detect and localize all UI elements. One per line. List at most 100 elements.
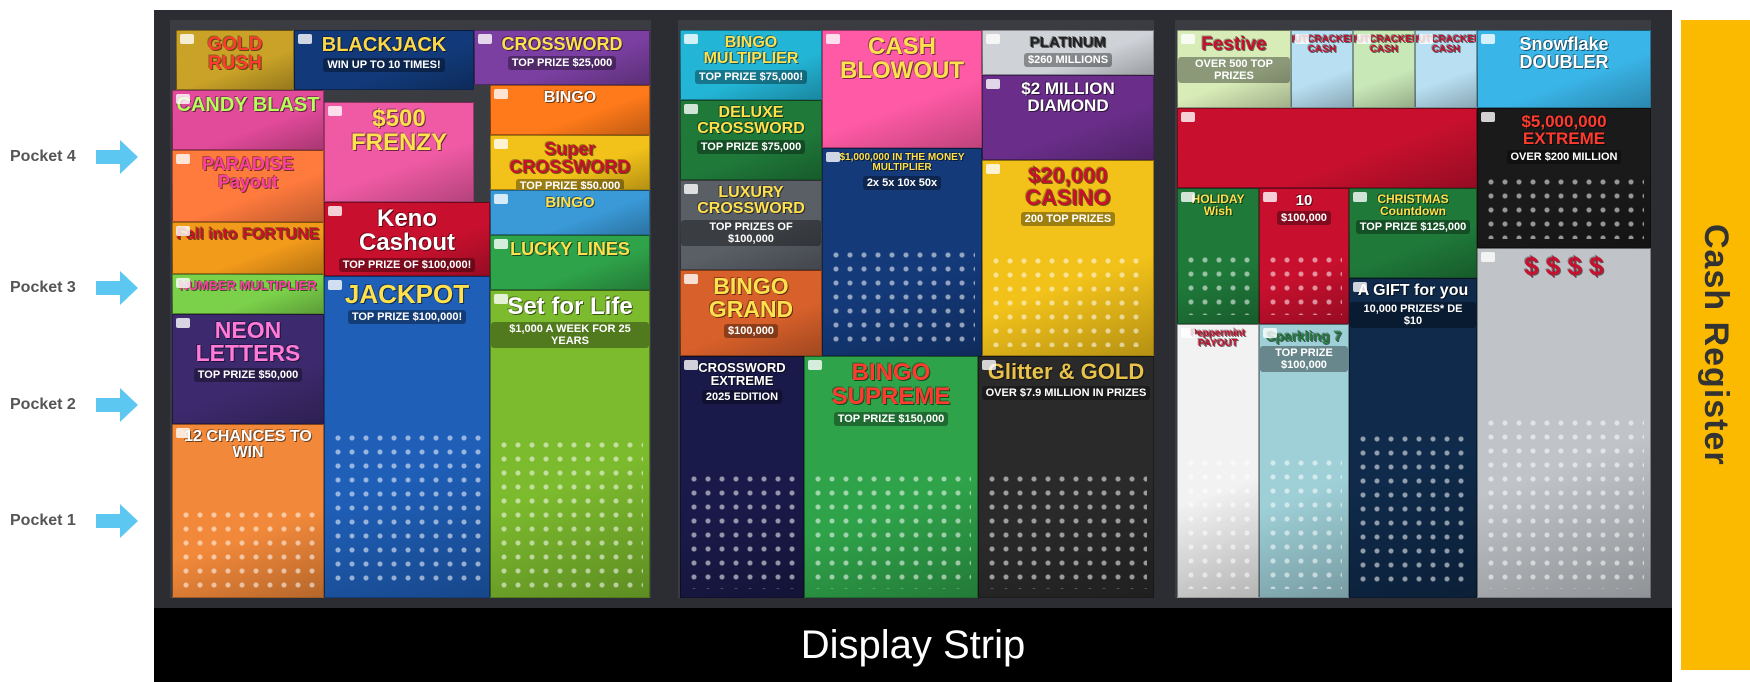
lottery-logo-icon (1481, 112, 1495, 122)
ticket-fall-into-fortune[interactable]: Fall into FORTUNE (172, 222, 324, 274)
ticket-20000-casino[interactable]: $20,000 CASINO 200 TOP PRIZES (982, 160, 1154, 356)
ticket-2-million-diamond[interactable]: $2 MILLION DIAMOND (982, 75, 1154, 160)
ticket-name: Fall into FORTUNE (176, 226, 320, 243)
ticket-blackjack[interactable]: BLACKJACK WIN UP TO 10 TIMES! (294, 30, 474, 90)
ticket-prize-text: OVER $200 MILLION (1506, 150, 1622, 164)
ticket-prize-text: TOP PRIZE $150,000 (833, 412, 949, 426)
ticket-bingo[interactable]: BINGO (490, 85, 650, 135)
ticket-500-frenzy[interactable]: $500 FRENZY (324, 102, 474, 202)
lottery-logo-icon (494, 194, 508, 204)
ticket-bingo-grand[interactable]: BINGO GRAND $100,000 (680, 270, 822, 356)
ticket-10x[interactable]: 10 $100,000 (1259, 188, 1349, 324)
ticket-bingo-supreme[interactable]: BINGO SUPREME TOP PRIZE $150,000 (804, 356, 978, 598)
scratch-play-area (1356, 431, 1470, 589)
ticket-name: Set for Life (507, 293, 633, 320)
lottery-logo-icon (1353, 192, 1367, 202)
ticket-name: JACKPOT (344, 279, 470, 309)
ticket-neon-letters[interactable]: NEON LETTERS TOP PRIZE $50,000 (172, 314, 324, 424)
ticket-set-for-life[interactable]: Set for Life $1,000 A WEEK FOR 25 YEARS (490, 290, 650, 598)
ticket-nutcracker-cash-3[interactable]: NUTCRACKER CASH (1415, 30, 1477, 108)
lottery-logo-icon (1353, 282, 1367, 292)
ticket-prize-text: TOP PRIZE $125,000 (1355, 220, 1471, 234)
pocket-2-indicator: Pocket 2 (10, 386, 140, 424)
ticket-prize-text: $260 MILLIONS (1023, 53, 1113, 67)
lottery-logo-icon (494, 139, 508, 149)
ticket-name: NEON LETTERS (195, 317, 301, 366)
ticket-jackpot[interactable]: JACKPOT TOP PRIZE $100,000! (324, 276, 490, 598)
ticket-sparkling-7[interactable]: Sparkling 7 TOP PRIZE $100,000 (1259, 324, 1349, 598)
lottery-logo-icon (328, 106, 342, 116)
ticket-12-chances[interactable]: 12 CHANCES TO WIN (172, 424, 324, 598)
lottery-logo-icon (176, 94, 190, 104)
ticket-snowflake-doubler[interactable]: Snowflake DOUBLER (1477, 30, 1651, 108)
ticket-prize-text: OVER $7.9 MILLION IN PRIZES (981, 386, 1151, 400)
ticket-prize-text: $100,000 (724, 324, 778, 338)
ticket-5000000-extreme[interactable]: $5,000,000 EXTREME OVER $200 MILLION (1477, 108, 1651, 248)
scratch-play-area (1484, 175, 1644, 239)
ticket-festive[interactable]: Festive OVER 500 TOP PRIZES (1177, 30, 1291, 108)
ticket-prize-text: $100,000 (1277, 211, 1331, 225)
ticket-prize-text: OVER 500 TOP PRIZES (1178, 57, 1290, 83)
ticket-name: 12 CHANCES TO WIN (184, 428, 312, 461)
ticket-luxury-crossword[interactable]: LUXURY CROSSWORD TOP PRIZES OF $100,000 (680, 180, 822, 270)
lottery-logo-icon (298, 34, 312, 44)
lottery-logo-icon (328, 280, 342, 290)
ticket-prize-text: TOP PRIZE $100,000! (347, 310, 467, 324)
ticket-panel-right: FestiveOVER 500 TOP PRIZES NUTCRACKER CA… (1175, 20, 1651, 598)
ticket-prize-text: 10,000 PRIZES* DE $10 (1350, 302, 1476, 328)
ticket-paradise-payout[interactable]: PARADISE Payout (172, 150, 324, 222)
ticket-super-crossword[interactable]: Super CROSSWORD TOP PRIZE $50,000 (490, 135, 650, 190)
ticket-deluxe-crossword[interactable]: DELUXE CROSSWORD TOP PRIZE $75,000 (680, 100, 822, 180)
lottery-logo-icon (1181, 112, 1195, 122)
ticket-name: CHRISTMAS Countdown (1377, 192, 1449, 218)
ticket-name: LUCKY LINES (510, 239, 630, 259)
ticket-gold-rush[interactable]: GOLD RUSH (176, 30, 294, 90)
ticket-name: CROSSWORD EXTREME (698, 360, 786, 388)
ticket-glitter-gold[interactable]: Glitter & GOLD OVER $7.9 MILLION IN PRIZE… (978, 356, 1154, 598)
pocket-label: Pocket 1 (10, 512, 76, 529)
scratch-play-area (989, 254, 1147, 347)
ticket-cash-blowout[interactable]: CASH BLOWOUT (822, 30, 982, 148)
lottery-logo-icon (826, 152, 840, 162)
ticket-christmas-countdown[interactable]: CHRISTMAS Countdown TOP PRIZE $125,000 (1349, 188, 1477, 278)
lottery-logo-icon (1419, 34, 1433, 44)
ticket-keno-cashout[interactable]: Keno Cashout TOP PRIZE OF $100,000! (324, 202, 490, 276)
ticket-money-bags[interactable]: $ $ $ $ (1477, 248, 1651, 598)
ticket-bingo-2[interactable]: BINGO (490, 190, 650, 235)
ticket-lucky-lines[interactable]: LUCKY LINES (490, 235, 650, 290)
ticket-gift-for-you[interactable]: A GIFT for you 10,000 PRIZES* DE $10 (1349, 278, 1477, 598)
lottery-logo-icon (986, 164, 1000, 174)
lottery-logo-icon (176, 154, 190, 164)
ticket-crossword[interactable]: CROSSWORD TOP PRIZE $25,000 (474, 30, 650, 85)
ticket-platinum[interactable]: PLATINUM $260 MILLIONS (982, 30, 1154, 75)
ticket-name: Festive (1201, 34, 1267, 55)
lottery-logo-icon (982, 360, 996, 370)
lottery-logo-icon (684, 104, 698, 114)
lottery-logo-icon (1263, 192, 1277, 202)
ticket-prize-text: WIN UP TO 10 TIMES! (323, 58, 445, 72)
ticket-crossword-extreme[interactable]: CROSSWORD EXTREME 2025 EDITION (680, 356, 804, 598)
scratch-play-area (1266, 455, 1342, 589)
ticket-money-multiplier[interactable]: $1,000,000 IN THE MONEY MULTIPLIER 2x 5x … (822, 148, 982, 356)
ticket-name: LUXURY CROSSWORD (697, 184, 805, 217)
ticket-prize-text: TOP PRIZE OF $100,000! (338, 258, 476, 272)
ticket-name: CANDY BLAST (176, 94, 320, 116)
ticket-name: CASH BLOWOUT (840, 33, 964, 84)
ticket-bingo-multiplier[interactable]: BINGO MULTIPLIER TOP PRIZE $75,000! (680, 30, 822, 100)
ticket-nutcracker-cash-1[interactable]: NUTCRACKER CASH (1291, 30, 1353, 108)
ticket-nutcracker-cash-2[interactable]: NUTCRACKER CASH (1353, 30, 1415, 108)
lottery-logo-icon (494, 89, 508, 99)
ticket-name: BINGO MULTIPLIER (703, 34, 799, 67)
ticket-prize-text: 2025 EDITION (701, 390, 783, 404)
ticket-peppermint-payout[interactable]: Peppermint PAYOUT (1177, 324, 1259, 598)
pocket-label: Pocket 4 (10, 148, 76, 165)
ticket-number-multiplier[interactable]: NUMBER MULTIPLIER (172, 274, 324, 314)
ticket-name: $ $ $ $ (1524, 251, 1604, 281)
ticket-holiday-pets[interactable] (1177, 108, 1477, 188)
cash-register: Cash Register (1681, 20, 1750, 670)
lottery-logo-icon (986, 79, 1000, 89)
ticket-candy-blast[interactable]: CANDY BLAST (172, 90, 324, 150)
ticket-prize-text: TOP PRIZES OF $100,000 (681, 220, 821, 246)
ticket-name: Snowflake DOUBLER (1519, 34, 1609, 72)
ticket-holiday-wish[interactable]: HOLIDAY Wish (1177, 188, 1259, 324)
